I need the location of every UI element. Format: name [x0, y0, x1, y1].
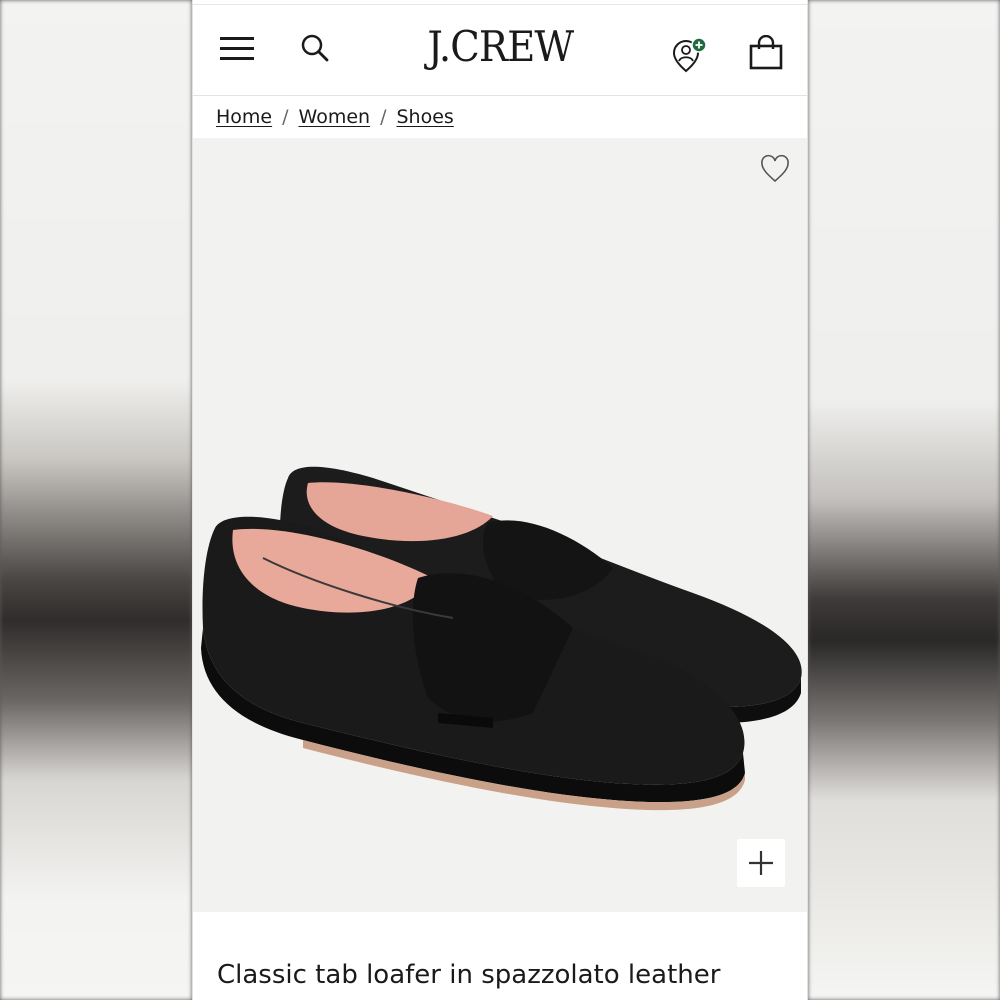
plus-icon	[749, 851, 773, 875]
shopping-bag-icon[interactable]	[748, 35, 784, 71]
breadcrumb: Home / Women / Shoes	[193, 96, 807, 138]
brand-logo[interactable]: J.CREW	[193, 22, 807, 71]
zoom-button[interactable]	[737, 839, 785, 887]
site-header: J.CREW	[193, 5, 807, 96]
blurred-background-right	[808, 0, 1000, 1000]
breadcrumb-separator: /	[380, 106, 387, 128]
product-title: Classic tab loafer in spazzolato leather	[217, 960, 721, 990]
account-icon[interactable]	[669, 35, 709, 75]
heart-icon[interactable]	[759, 154, 791, 184]
breadcrumb-home-link[interactable]: Home	[216, 106, 272, 128]
product-image[interactable]	[193, 138, 807, 912]
breadcrumb-women-link[interactable]: Women	[299, 106, 371, 128]
breadcrumb-separator: /	[282, 106, 289, 128]
mobile-page: J.CREW Home / Women / Shoes Classic tab …	[192, 0, 808, 1000]
breadcrumb-shoes-link[interactable]: Shoes	[396, 106, 453, 128]
loafer-shoes-image	[201, 466, 802, 811]
blurred-background-left	[0, 0, 192, 1000]
